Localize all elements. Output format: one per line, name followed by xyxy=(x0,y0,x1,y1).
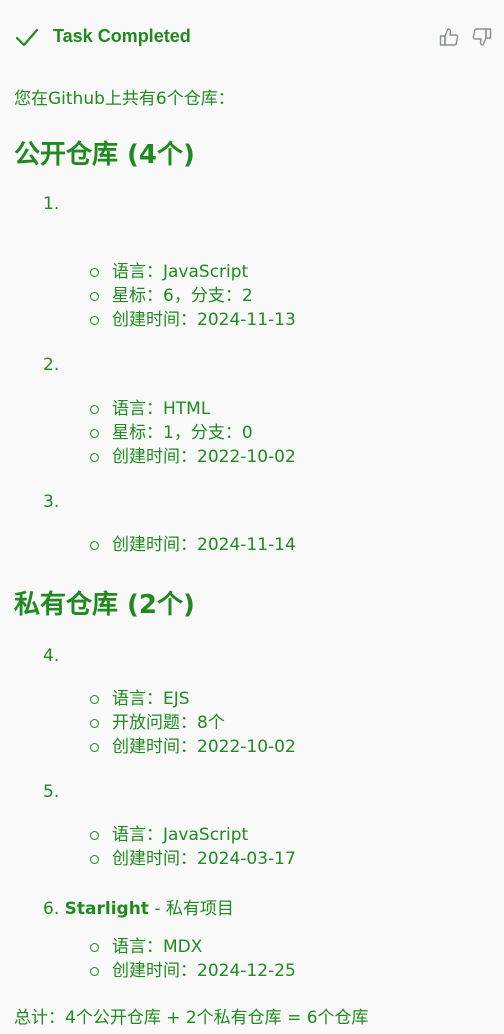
list-item: 创建时间：2024-11-13 xyxy=(88,308,296,332)
total-summary: 总计：4个公开仓库 + 2个私有仓库 = 6个仓库 xyxy=(14,1008,369,1028)
repo-number: 2. xyxy=(43,355,60,375)
repo-number: 1. xyxy=(43,194,60,214)
list-item: 创建时间：2022-10-02 xyxy=(88,445,296,469)
task-header: Task Completed xyxy=(0,0,504,74)
private-repos-heading: 私有仓库 (2个) xyxy=(14,590,195,620)
list-item: 语言：HTML xyxy=(88,397,296,421)
repo-details-list: 语言：JavaScript 创建时间：2024-03-17 xyxy=(88,823,296,871)
circle-bullet-icon xyxy=(90,695,99,704)
chat-message: Task Completed 您在Github上共有6个仓库： 公开仓库 (4个… xyxy=(0,0,504,1034)
repo-name: Starlight xyxy=(64,899,149,919)
circle-bullet-icon xyxy=(90,453,99,462)
circle-bullet-icon xyxy=(90,405,99,414)
list-item: 创建时间：2024-11-14 xyxy=(88,533,296,557)
thumbs-down-icon[interactable] xyxy=(471,26,493,48)
repo-details-list: 语言：JavaScript 星标：6，分支：2 创建时间：2024-11-13 xyxy=(88,260,296,332)
intro-text: 您在Github上共有6个仓库： xyxy=(14,89,235,109)
circle-bullet-icon xyxy=(90,719,99,728)
circle-bullet-icon xyxy=(90,292,99,301)
thumbs-up-icon[interactable] xyxy=(438,26,460,48)
repo-number: 5. xyxy=(43,782,60,802)
list-item: 创建时间：2024-03-17 xyxy=(88,847,296,871)
circle-bullet-icon xyxy=(90,541,99,550)
circle-bullet-icon xyxy=(90,967,99,976)
circle-bullet-icon xyxy=(90,268,99,277)
repo-number: 6. xyxy=(43,899,60,919)
list-item: 语言：JavaScript xyxy=(88,823,296,847)
list-item: 开放问题：8个 xyxy=(88,711,296,735)
repo-number: 3. xyxy=(43,492,60,512)
list-item: 创建时间：2024-12-25 xyxy=(88,959,296,983)
repo-number: 4. xyxy=(43,646,60,666)
circle-bullet-icon xyxy=(90,943,99,952)
repo-details-list: 语言：MDX 创建时间：2024-12-25 xyxy=(88,935,296,983)
list-item: 星标：1，分支：0 xyxy=(88,421,296,445)
circle-bullet-icon xyxy=(90,743,99,752)
circle-bullet-icon xyxy=(90,316,99,325)
list-item: 语言：JavaScript xyxy=(88,260,296,284)
repo-entry-starlight: 6. Starlight - 私有项目 xyxy=(43,894,234,919)
circle-bullet-icon xyxy=(90,429,99,438)
list-item: 创建时间：2022-10-02 xyxy=(88,735,296,759)
circle-bullet-icon xyxy=(90,831,99,840)
list-item: 语言：EJS xyxy=(88,687,296,711)
list-item: 星标：6，分支：2 xyxy=(88,284,296,308)
list-item: 语言：MDX xyxy=(88,935,296,959)
task-status-title: Task Completed xyxy=(53,26,191,46)
circle-bullet-icon xyxy=(90,855,99,864)
repo-details-list: 语言：EJS 开放问题：8个 创建时间：2022-10-02 xyxy=(88,687,296,759)
repo-details-list: 创建时间：2024-11-14 xyxy=(88,533,296,557)
repo-details-list: 语言：HTML 星标：1，分支：0 创建时间：2022-10-02 xyxy=(88,397,296,469)
public-repos-heading: 公开仓库 (4个) xyxy=(14,140,195,170)
repo-description: - 私有项目 xyxy=(148,899,234,919)
check-icon xyxy=(15,28,39,47)
